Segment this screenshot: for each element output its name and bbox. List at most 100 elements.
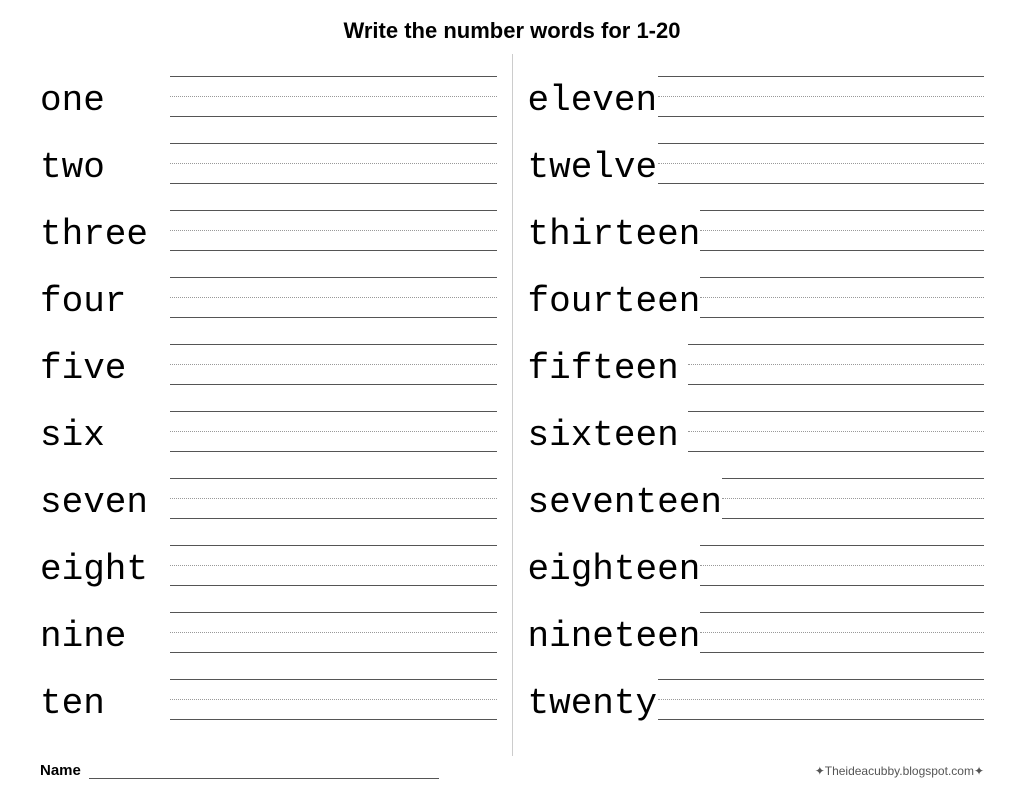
- write-lines[interactable]: [722, 463, 984, 521]
- write-lines[interactable]: [170, 597, 497, 655]
- write-lines[interactable]: [700, 262, 984, 320]
- write-lines[interactable]: [170, 329, 497, 387]
- word-label: twelve: [528, 150, 658, 186]
- write-line-bottom: [700, 235, 984, 251]
- list-item: eleven: [528, 54, 985, 119]
- write-lines[interactable]: [170, 195, 497, 253]
- word-label: seventeen: [528, 485, 722, 521]
- write-lines[interactable]: [700, 597, 984, 655]
- word-label: eleven: [528, 83, 658, 119]
- write-line-top: [170, 664, 497, 680]
- write-line-top: [170, 463, 497, 479]
- write-line-bottom: [170, 369, 497, 385]
- write-lines[interactable]: [688, 396, 985, 454]
- write-line-top: [170, 597, 497, 613]
- write-line-middle: [722, 483, 984, 499]
- write-line-top: [170, 396, 497, 412]
- write-line-top: [658, 664, 985, 680]
- write-line-bottom: [688, 369, 985, 385]
- word-label: eighteen: [528, 552, 701, 588]
- word-label: one: [40, 83, 170, 119]
- write-line-top: [700, 597, 984, 613]
- write-line-middle: [700, 282, 984, 298]
- write-line-bottom: [170, 436, 497, 452]
- write-line-bottom: [688, 436, 985, 452]
- write-lines[interactable]: [170, 128, 497, 186]
- write-line-middle: [170, 282, 497, 298]
- write-line-bottom: [170, 704, 497, 720]
- write-line-middle: [170, 148, 497, 164]
- write-line-middle: [658, 684, 985, 700]
- write-line-middle: [170, 215, 497, 231]
- write-lines[interactable]: [700, 530, 984, 588]
- write-line-middle: [170, 483, 497, 499]
- name-row: Name: [40, 762, 439, 779]
- write-line-top: [688, 329, 985, 345]
- write-line-top: [700, 195, 984, 211]
- list-item: ten: [40, 657, 497, 722]
- write-lines[interactable]: [170, 463, 497, 521]
- write-line-top: [722, 463, 984, 479]
- list-item: twelve: [528, 121, 985, 186]
- write-line-top: [658, 61, 985, 77]
- write-lines[interactable]: [170, 664, 497, 722]
- write-line-middle: [658, 81, 985, 97]
- list-item: six: [40, 389, 497, 454]
- word-label: six: [40, 418, 170, 454]
- word-label: sixteen: [528, 418, 688, 454]
- right-column: eleven twelve thirteen fourteen fifteen sixte…: [518, 54, 995, 756]
- write-lines[interactable]: [700, 195, 984, 253]
- write-line-middle: [170, 550, 497, 566]
- word-label: four: [40, 284, 170, 320]
- word-label: ten: [40, 686, 170, 722]
- word-label: nine: [40, 619, 170, 655]
- website-label: ✦Theideacubby.blogspot.com✦: [815, 764, 984, 778]
- write-lines[interactable]: [170, 530, 497, 588]
- write-line-middle: [688, 416, 985, 432]
- list-item: four: [40, 255, 497, 320]
- write-line-bottom: [170, 101, 497, 117]
- list-item: twenty: [528, 657, 985, 722]
- write-line-bottom: [700, 570, 984, 586]
- write-line-top: [170, 61, 497, 77]
- list-item: nineteen: [528, 590, 985, 655]
- write-line-middle: [170, 416, 497, 432]
- page: Write the number words for 1-20 onetwoth…: [0, 0, 1024, 791]
- write-lines[interactable]: [688, 329, 985, 387]
- write-line-top: [688, 396, 985, 412]
- word-label: two: [40, 150, 170, 186]
- write-line-bottom: [170, 302, 497, 318]
- write-lines[interactable]: [170, 61, 497, 119]
- write-lines[interactable]: [658, 664, 985, 722]
- write-line-top: [700, 262, 984, 278]
- list-item: fourteen: [528, 255, 985, 320]
- name-label: Name: [40, 762, 81, 779]
- word-label: fourteen: [528, 284, 701, 320]
- content-area: onetwothreefourfivesixseveneightnineten …: [30, 54, 994, 756]
- write-line-bottom: [658, 168, 985, 184]
- word-label: fifteen: [528, 351, 688, 387]
- write-lines[interactable]: [658, 61, 985, 119]
- word-label: nineteen: [528, 619, 701, 655]
- page-title: Write the number words for 1-20: [30, 18, 994, 44]
- name-line[interactable]: [89, 763, 439, 779]
- write-line-bottom: [722, 503, 984, 519]
- word-label: twenty: [528, 686, 658, 722]
- list-item: one: [40, 54, 497, 119]
- write-line-middle: [170, 81, 497, 97]
- write-lines[interactable]: [658, 128, 985, 186]
- list-item: three: [40, 188, 497, 253]
- write-line-bottom: [170, 235, 497, 251]
- write-line-bottom: [170, 168, 497, 184]
- list-item: five: [40, 322, 497, 387]
- write-line-middle: [700, 550, 984, 566]
- left-column: one twothree fourfive sixseveneight nine ten: [30, 54, 507, 756]
- write-lines[interactable]: [170, 262, 497, 320]
- list-item: seven: [40, 456, 497, 521]
- write-lines[interactable]: [170, 396, 497, 454]
- list-item: eight: [40, 523, 497, 588]
- word-label: thirteen: [528, 217, 701, 253]
- write-line-top: [700, 530, 984, 546]
- list-item: nine: [40, 590, 497, 655]
- write-line-bottom: [170, 570, 497, 586]
